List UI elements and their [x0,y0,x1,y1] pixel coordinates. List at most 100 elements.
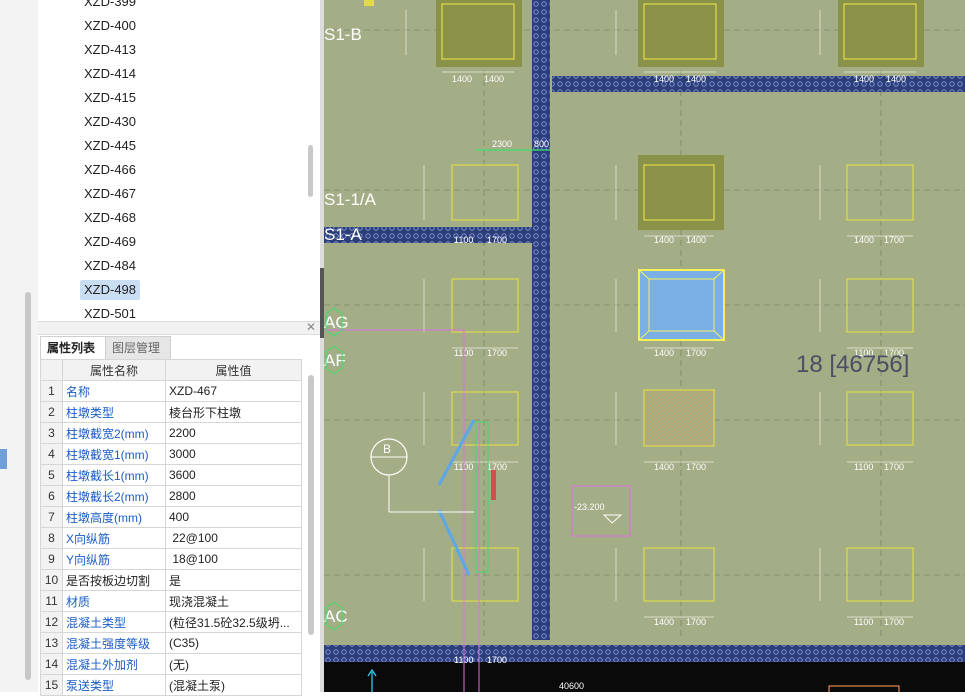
header-property-name: 属性名称 [62,359,166,381]
property-value[interactable]: 400 [165,506,302,528]
axis-label: S1-A [324,225,362,244]
property-name: 名称 [62,380,166,402]
dim-text: 1100 [854,462,873,472]
property-row[interactable]: 10 是否按板边切割是 [40,569,302,591]
dim-text: 1700 [487,462,507,472]
property-value[interactable]: (混凝土泵) [165,674,302,696]
property-row[interactable]: 6 柱墩截长2(mm) 2800 [40,485,302,507]
component-list-item[interactable]: XZD-400 [80,16,140,36]
dim-text: 1400 [854,235,874,245]
property-row[interactable]: 15 泵送类型 (混凝土泵) [40,674,302,696]
component-list-item[interactable]: XZD-501 [80,304,140,320]
component-list-item[interactable]: XZD-399 [80,0,140,12]
row-index: 14 [40,653,63,675]
close-icon[interactable]: ✕ [306,320,316,334]
row-index: 8 [40,527,63,549]
component-list-item[interactable]: XZD-469 [80,232,140,252]
axis-label: AG [324,313,349,332]
dim-text: 1700 [686,617,706,627]
property-scrollbar[interactable] [308,375,314,635]
property-table: 属性名称 属性值 1 名称 XZD-467 2 柱墩类型 棱台形下柱墩 3 柱墩截宽2(mm)… [40,359,302,696]
component-list-item[interactable]: XZD-468 [80,208,140,228]
list-scrollbar[interactable] [308,145,313,197]
elevation-tag: -23.200 [574,502,605,512]
property-value[interactable]: 棱台形下柱墩 [165,401,302,423]
property-row[interactable]: 11 材质 现浇混凝土 [40,590,302,612]
grid-bubble-label: B [383,442,391,456]
dim-text: 1700 [686,348,706,358]
axis-label: S1-1/A [324,190,377,209]
property-value[interactable]: 是 [165,569,302,591]
row-index: 1 [40,380,63,402]
component-panel: XZD-399 XZD-400 XZD-413 XZD-414 XZD-415 XZD-4… [38,0,320,696]
property-value[interactable]: (C35) [165,632,302,654]
dim-text: 1400 [452,74,472,84]
dim-text: 1400 [686,74,706,84]
property-value[interactable]: XZD-467 [165,380,302,402]
tab-properties[interactable]: 属性列表 [40,336,106,360]
property-row[interactable]: 5 柱墩截长1(mm) 3600 [40,464,302,486]
left-toolbar-strip [0,0,39,692]
property-name: 材质 [62,590,166,612]
property-row[interactable]: 7 柱墩高度(mm) 400 [40,506,302,528]
property-row[interactable]: 12 混凝土类型 (粒径31.5砼32.5级坍... [40,611,302,633]
dim-text: 1100 [854,617,873,627]
property-name: 柱墩截宽2(mm) [62,422,166,444]
dim-text: 1700 [884,617,904,627]
dim-text: 1400 [654,348,674,358]
property-row[interactable]: 9 Y向纵筋 18@100 [40,548,302,570]
property-value[interactable]: 2800 [165,485,302,507]
property-row[interactable]: 3 柱墩截宽2(mm) 2200 [40,422,302,444]
dim-text: 1400 [686,235,706,245]
property-value[interactable]: 22@100 [165,527,302,549]
property-row[interactable]: 1 名称 XZD-467 [40,380,302,402]
panel-splitter[interactable]: ✕ [38,320,320,335]
property-name: 柱墩截长2(mm) [62,485,166,507]
component-list-item[interactable]: XZD-413 [80,40,140,60]
property-name: Y向纵筋 [62,548,166,570]
property-name: 泵送类型 [62,674,166,696]
row-index: 10 [40,569,63,591]
cyan-strokes [437,419,476,576]
dim-text: 1700 [686,462,706,472]
property-value[interactable]: 18@100 [165,548,302,570]
property-value[interactable]: (粒径31.5砼32.5级坍... [165,611,302,633]
property-value[interactable]: 2200 [165,422,302,444]
property-row[interactable]: 14 混凝土外加剂 (无) [40,653,302,675]
axis-labels: S1-B S1-1/A S1-A AG AF AC [324,25,377,626]
property-name: 混凝土外加剂 [62,653,166,675]
property-value[interactable]: 3600 [165,464,302,486]
property-name: 混凝土强度等级 [62,632,166,654]
component-list-item[interactable]: XZD-466 [80,160,140,180]
dim-text: 40600 [559,681,584,691]
dim-text: 1400 [654,462,674,472]
dim-text: 2300 [492,139,512,149]
property-row[interactable]: 4 柱墩截宽1(mm) 3000 [40,443,302,465]
grid-bubble-b: B [370,438,408,476]
tab-layers[interactable]: 图层管理 [105,336,171,360]
dim-text: 1400 [484,74,504,84]
property-row[interactable]: 2 柱墩类型 棱台形下柱墩 [40,401,302,423]
property-value[interactable]: 现浇混凝土 [165,590,302,612]
dim-text: 1700 [487,348,507,358]
axis-label: AC [324,607,348,626]
drawing-canvas[interactable]: 1400 1400 1400 1400 1400 1400 1400 1400 … [324,0,965,692]
property-name: 是否按板边切割 [62,569,166,591]
property-value[interactable]: (无) [165,653,302,675]
component-list-item[interactable]: XZD-467 [80,184,140,204]
component-list-item[interactable]: XZD-414 [80,64,140,84]
property-value[interactable]: 3000 [165,443,302,465]
component-list-item[interactable]: XZD-415 [80,88,140,108]
left-strip-scrollbar[interactable] [25,292,31,680]
vertical-beam [532,0,550,640]
component-list-item[interactable]: XZD-498 [80,280,141,300]
component-list-item[interactable]: XZD-430 [80,112,140,132]
axis-label: S1-B [324,25,362,44]
selection-count-text: 18 [46756] [796,351,909,378]
row-index: 2 [40,401,63,423]
component-list-item[interactable]: XZD-484 [80,256,140,276]
dim-text: 1700 [884,235,904,245]
component-list-item[interactable]: XZD-445 [80,136,140,156]
property-row[interactable]: 13 混凝土强度等级 (C35) [40,632,302,654]
property-row[interactable]: 8 X向纵筋 22@100 [40,527,302,549]
